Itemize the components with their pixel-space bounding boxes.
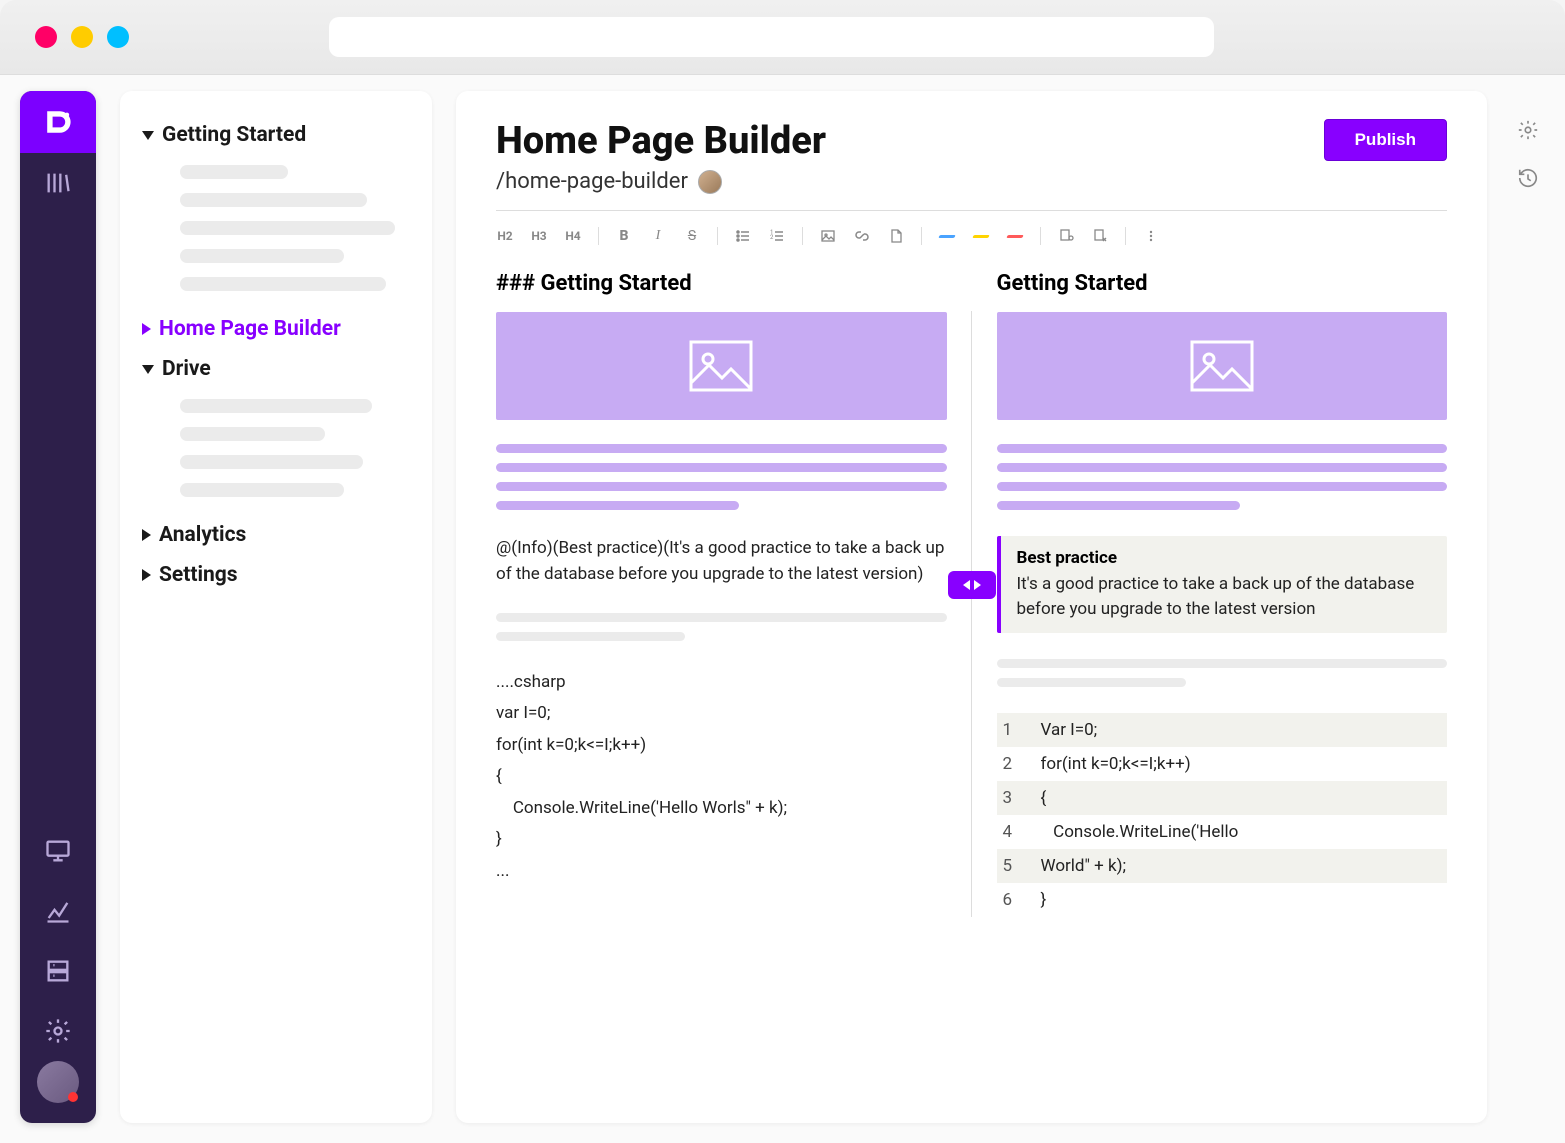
editor-source-column[interactable]: ### Getting Started @(Info)(Best practic…	[496, 271, 947, 917]
toolbar-highlight-yellow[interactable]	[972, 235, 990, 238]
annotation-source: @(Info)(Best practice)(It's a good pract…	[496, 536, 947, 587]
split-divider	[971, 311, 972, 917]
window-min-dot[interactable]	[71, 26, 93, 48]
browser-chrome	[0, 0, 1565, 75]
tree-item-analytics[interactable]: Analytics	[138, 515, 414, 555]
chevron-right-icon	[142, 569, 151, 581]
nav-archive-icon[interactable]	[20, 941, 96, 1001]
editor-preview-column: Getting Started Best practice It's a goo…	[997, 271, 1448, 917]
toolbar-strike[interactable]: S	[683, 228, 701, 244]
toolbar-ul-icon[interactable]	[734, 228, 752, 244]
split-handle[interactable]	[948, 571, 996, 599]
toolbar-italic[interactable]: I	[649, 228, 667, 244]
toolbar-more-icon[interactable]	[1142, 229, 1160, 243]
chevron-down-icon	[142, 131, 154, 140]
toolbar-highlight-blue[interactable]	[938, 235, 956, 238]
toolbar-ol-icon[interactable]: 12	[768, 228, 786, 244]
page-path: /home-page-builder	[496, 169, 826, 194]
tree-label: Settings	[159, 563, 238, 587]
svg-text:2: 2	[770, 234, 774, 241]
toolbar-link-icon[interactable]	[853, 228, 871, 244]
info-callout: Best practice It's a good practice to ta…	[997, 536, 1448, 633]
toolbar-bold[interactable]: B	[615, 228, 633, 244]
editor-split: ### Getting Started @(Info)(Best practic…	[496, 271, 1447, 917]
app-logo[interactable]	[20, 91, 96, 153]
chevron-right-icon	[142, 529, 151, 541]
traffic-lights	[35, 26, 129, 48]
image-placeholder	[496, 312, 947, 420]
toolbar-h3[interactable]: H3	[530, 229, 548, 243]
sidebar: Getting Started Home Page Builder Drive …	[120, 91, 432, 1123]
callout-body: It's a good practice to take a back up o…	[1017, 572, 1432, 621]
chevron-down-icon	[142, 365, 154, 374]
tree-item-drive[interactable]: Drive	[138, 349, 414, 389]
window-close-dot[interactable]	[35, 26, 57, 48]
nav-library-icon[interactable]	[20, 153, 96, 213]
toolbar-h4[interactable]: H4	[564, 229, 582, 243]
tree-item-settings[interactable]: Settings	[138, 555, 414, 595]
nav-settings-icon[interactable]	[20, 1001, 96, 1061]
nav-rail	[20, 91, 96, 1123]
right-rail	[1511, 91, 1545, 1123]
user-avatar[interactable]	[37, 1061, 79, 1103]
toolbar-image-icon[interactable]	[819, 228, 837, 244]
toolbar-lock-icon[interactable]	[1057, 228, 1075, 244]
image-placeholder	[997, 312, 1448, 420]
tree-label: Analytics	[159, 523, 246, 547]
history-icon[interactable]	[1517, 167, 1539, 193]
tree-item-getting-started[interactable]: Getting Started	[138, 115, 414, 155]
code-source: ....csharp var I=0; for(int k=0;k<=I;k++…	[496, 667, 947, 887]
toolbar-highlight-red[interactable]	[1006, 235, 1024, 238]
author-avatar[interactable]	[698, 170, 722, 194]
tree-item-home-page-builder[interactable]: Home Page Builder	[138, 309, 414, 349]
code-preview: 1Var I=0; 2for(int k=0;k<=I;k++) 3{ 4 Co…	[997, 713, 1448, 917]
page-path-text: /home-page-builder	[496, 169, 688, 194]
publish-button[interactable]: Publish	[1324, 119, 1447, 161]
divider	[496, 210, 1447, 211]
toolbar-h2[interactable]: H2	[496, 229, 514, 243]
window-max-dot[interactable]	[107, 26, 129, 48]
settings-icon[interactable]	[1517, 119, 1539, 145]
toolbar-delete-icon[interactable]	[1091, 228, 1109, 244]
preview-heading: Getting Started	[997, 271, 1448, 296]
url-bar[interactable]	[329, 17, 1214, 57]
source-heading: ### Getting Started	[496, 271, 947, 296]
main-panel: Home Page Builder /home-page-builder Pub…	[456, 91, 1487, 1123]
nav-analytics-icon[interactable]	[20, 881, 96, 941]
page-title: Home Page Builder	[496, 119, 826, 163]
nav-monitor-icon[interactable]	[20, 821, 96, 881]
tree-children-placeholder	[138, 165, 414, 291]
toolbar-file-icon[interactable]	[887, 228, 905, 244]
tree-label: Drive	[162, 357, 211, 381]
tree-label: Home Page Builder	[159, 317, 341, 341]
chevron-right-icon	[142, 323, 151, 335]
tree-children-placeholder	[138, 399, 414, 497]
editor-toolbar: H2 H3 H4 B I S 12	[496, 221, 1447, 251]
callout-title: Best practice	[1017, 548, 1432, 568]
tree-label: Getting Started	[162, 123, 306, 147]
